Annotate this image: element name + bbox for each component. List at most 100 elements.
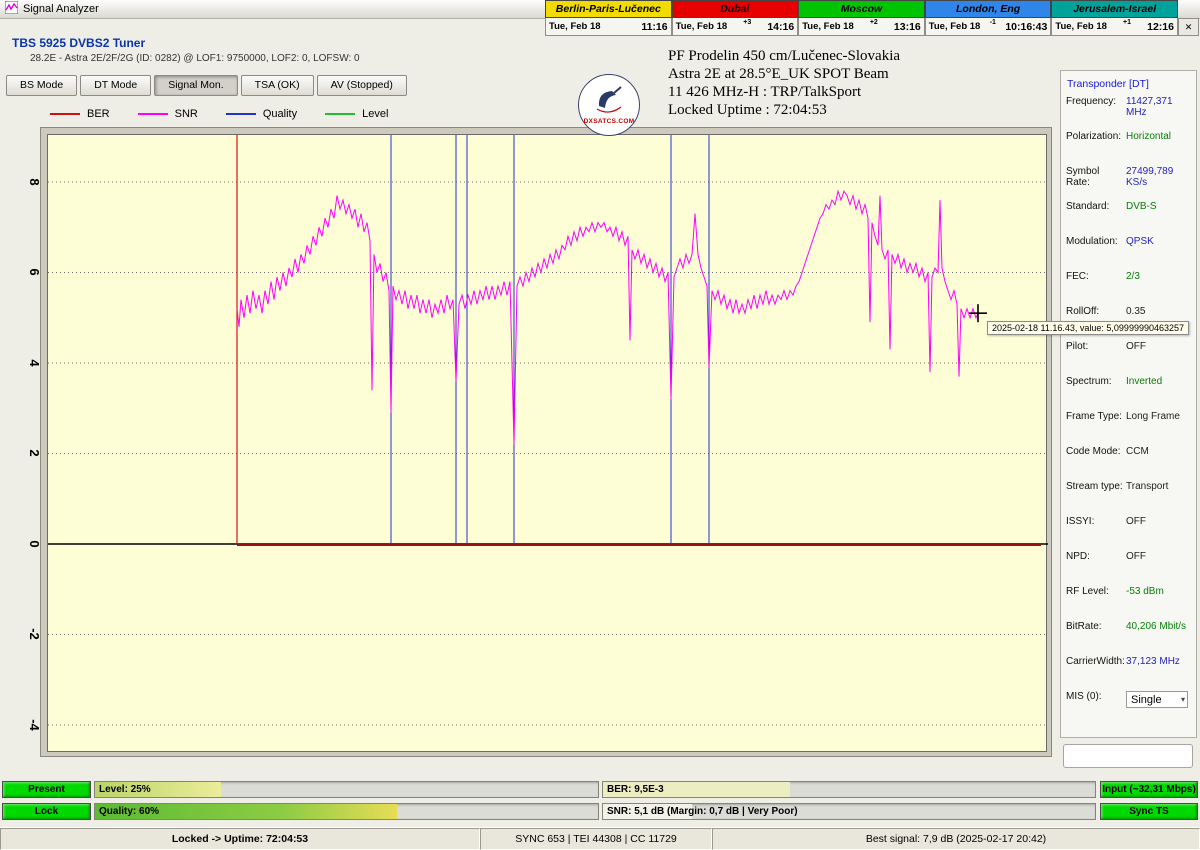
tp-label: Modulation: (1066, 236, 1126, 247)
tp-row-pilot: Pilot: OFF (1061, 339, 1196, 374)
legend-snr: SNR (138, 108, 198, 120)
clock-city-label: Jerusalem-Israel (1051, 0, 1178, 18)
tp-label: NPD: (1066, 551, 1126, 562)
clock-time: 12:16 (1147, 21, 1174, 33)
clock-time: 11:16 (641, 21, 667, 33)
tp-value: 2/3 (1126, 271, 1191, 282)
signal-traces (48, 135, 1048, 753)
tp-value: Long Frame (1126, 411, 1191, 422)
app-icon (5, 1, 18, 17)
lock-indicator: Lock (2, 803, 91, 820)
tp-row-code-mode: Code Mode: CCM (1061, 444, 1196, 479)
tp-value: OFF (1126, 551, 1191, 562)
annotation-block: PF Prodelin 450 cm/Lučenec-Slovakia Astr… (668, 47, 900, 119)
y-axis-label: -4 (28, 716, 42, 734)
tp-row-polarization: Polarization: Horizontal (1061, 129, 1196, 164)
clock-utc-offset: +1 (1123, 19, 1131, 26)
snr-progress-bar: SNR: 5,1 dB (Margin: 0,7 dB | Very Poor) (602, 803, 1096, 820)
tab-av[interactable]: AV (Stopped) (317, 75, 407, 96)
tp-label: Polarization: (1066, 131, 1126, 142)
level-line-swatch (325, 113, 355, 115)
transponder-panel: Transponder [DT] Frequency: 11427,371 MH… (1060, 70, 1197, 738)
tp-row-frequency: Frequency: 11427,371 MHz (1061, 94, 1196, 129)
tp-label: FEC: (1066, 271, 1126, 282)
level-progress-label: Level: 25% (99, 784, 151, 795)
tp-label: CarrierWidth: (1066, 656, 1126, 667)
clock-london: London, Eng Tue, Feb 18 -1 10:16:43 (925, 0, 1052, 36)
clock-time: 13:16 (894, 21, 921, 33)
tuner-title: TBS 5925 DVBS2 Tuner (12, 36, 145, 50)
tp-row-standard: Standard: DVB-S (1061, 199, 1196, 234)
tp-row-spectrum: Spectrum: Inverted (1061, 374, 1196, 409)
tp-label: Frame Type: (1066, 411, 1126, 422)
clock-utc-offset: +2 (870, 19, 878, 26)
signal-chart-panel: 8 6 4 2 0 -2 -4 2025-02-18 11.16.43, val… (40, 127, 1052, 757)
tp-label: RollOff: (1066, 306, 1126, 317)
tp-label: Standard: (1066, 201, 1126, 212)
tp-row-mis: MIS (0): Single ▾ (1061, 689, 1196, 724)
annotation-line: PF Prodelin 450 cm/Lučenec-Slovakia (668, 47, 900, 65)
clock-date: Tue, Feb 18 (802, 21, 854, 32)
tab-dt-mode[interactable]: DT Mode (80, 75, 151, 96)
signal-plot[interactable]: 8 6 4 2 0 -2 -4 2025-02-18 11.16.43, val… (47, 134, 1047, 752)
annotation-line: Astra 2E at 28.5°E_UK SPOT Beam (668, 65, 900, 83)
annotation-line: Locked Uptime : 72:04:53 (668, 101, 900, 119)
chevron-down-icon: ▾ (1181, 695, 1185, 704)
tp-row-stream-type: Stream type: Transport (1061, 479, 1196, 514)
legend-ber: BER (50, 108, 110, 120)
level-progress-bar: Level: 25% (94, 781, 599, 798)
tp-label: Code Mode: (1066, 446, 1126, 457)
tp-value: Transport (1126, 481, 1191, 492)
transponder-header: Transponder [DT] (1061, 71, 1196, 94)
tuner-subtitle: 28.2E - Astra 2E/2F/2G (ID: 0282) @ LOF1… (30, 53, 360, 64)
legend-quality: Quality (226, 108, 297, 120)
tp-label: ISSYI: (1066, 516, 1126, 527)
tp-label: Stream type: (1066, 481, 1126, 492)
dxsatcs-logo: DXSATCS.COM (578, 74, 640, 136)
tp-value: DVB-S (1126, 201, 1191, 212)
tp-row-modulation: Modulation: QPSK (1061, 234, 1196, 269)
clocks-close-button[interactable]: ✕ (1178, 18, 1199, 36)
ber-progress-label: BER: 9,5E-3 (607, 784, 664, 795)
chart-legend: BER SNR Quality Level (50, 108, 388, 120)
tab-bs-mode[interactable]: BS Mode (6, 75, 77, 96)
present-indicator: Present (2, 781, 91, 798)
clock-utc-offset: +3 (743, 19, 751, 26)
satellite-dish-icon (592, 85, 626, 118)
clock-city-label: Dubai (672, 0, 799, 18)
tp-row-bitrate: BitRate: 40,206 Mbit/s (1061, 619, 1196, 654)
tp-label: RF Level: (1066, 586, 1126, 597)
clock-time: 10:16:43 (1005, 21, 1047, 33)
quality-progress-bar: Quality: 60% (94, 803, 599, 820)
tp-label: Frequency: (1066, 96, 1126, 107)
tp-value: OFF (1126, 516, 1191, 527)
clock-city-label: London, Eng (925, 0, 1052, 18)
clock-date: Tue, Feb 18 (1055, 21, 1107, 32)
clock-dubai: Dubai Tue, Feb 18 +3 14:16 (672, 0, 799, 36)
statusbar-best-signal: Best signal: 7,9 dB (2025-02-17 20:42) (712, 828, 1200, 850)
tp-value: 11427,371 MHz (1126, 96, 1191, 118)
y-axis-label: 6 (28, 263, 42, 281)
clock-date: Tue, Feb 18 (676, 21, 728, 32)
tp-value: 0.35 (1126, 306, 1191, 317)
annotation-line: 11 426 MHz-H : TRP/TalkSport (668, 83, 900, 101)
y-axis-label: 0 (28, 535, 42, 553)
ber-progress-bar: BER: 9,5E-3 (602, 781, 1096, 798)
tp-value: 27499,789 KS/s (1126, 166, 1191, 188)
clock-jerusalem: Jerusalem-Israel Tue, Feb 18 +1 12:16 (1051, 0, 1178, 36)
tp-label: Symbol Rate: (1066, 166, 1126, 188)
cursor-tooltip: 2025-02-18 11.16.43, value: 5,0999999046… (987, 321, 1189, 335)
tp-row-frame-type: Frame Type: Long Frame (1061, 409, 1196, 444)
tp-row-issyi: ISSYI: OFF (1061, 514, 1196, 549)
clock-time: 14:16 (767, 21, 794, 33)
tab-signal-mon[interactable]: Signal Mon. (154, 75, 237, 96)
side-empty-box (1063, 744, 1193, 768)
mis-dropdown[interactable]: Single ▾ (1126, 691, 1188, 708)
tp-row-fec: FEC: 2/3 (1061, 269, 1196, 304)
quality-line-swatch (226, 113, 256, 115)
snr-line-swatch (138, 113, 168, 115)
tab-tsa[interactable]: TSA (OK) (241, 75, 314, 96)
input-indicator: Input (~32,31 Mbps) (1100, 781, 1198, 798)
tp-value: CCM (1126, 446, 1191, 457)
statusbar-sync-counters: SYNC 653 | TEI 44308 | CC 11729 (480, 828, 712, 850)
